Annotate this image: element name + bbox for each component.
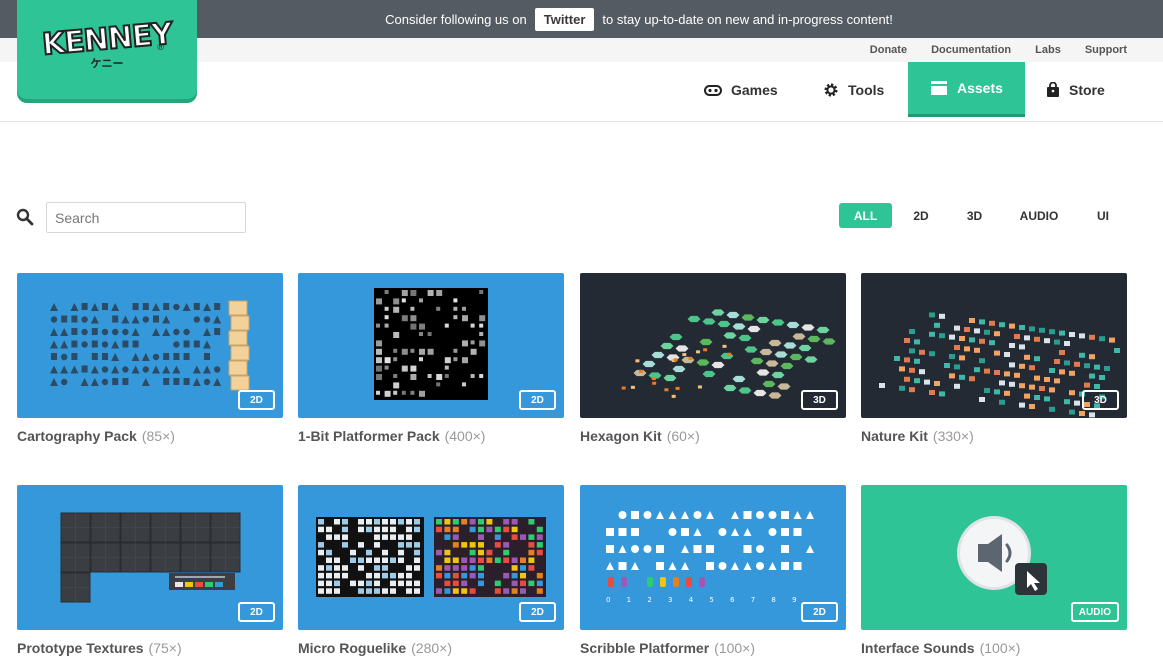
asset-title[interactable]: Interface Sounds	[861, 640, 975, 656]
announcement-text-after: to stay up-to-date on new and in-progres…	[602, 11, 893, 27]
asset-thumbnail[interactable]: 2D	[298, 485, 564, 630]
donate-link[interactable]: Donate	[870, 44, 907, 56]
asset-type-badge: 2D	[238, 390, 275, 410]
asset-title[interactable]: Micro Roguelike	[298, 640, 406, 656]
asset-card-nature-kit[interactable]: 3D Nature Kit (330×)	[861, 273, 1127, 444]
asset-type-badge: 2D	[519, 602, 556, 622]
asset-thumbnail[interactable]: 3D	[861, 273, 1127, 418]
asset-type-badge: 2D	[801, 602, 838, 622]
asset-title[interactable]: Cartography Pack	[17, 428, 137, 444]
asset-count: (280×)	[411, 640, 452, 656]
asset-title[interactable]: Prototype Textures	[17, 640, 144, 656]
asset-title[interactable]: 1-Bit Platformer Pack	[298, 428, 440, 444]
filter-all[interactable]: ALL	[839, 203, 892, 228]
asset-card-hexagon-kit[interactable]: 3D Hexagon Kit (60×)	[580, 273, 846, 444]
asset-title[interactable]: Scribble Platformer	[580, 640, 709, 656]
gamepad-icon	[704, 84, 722, 96]
folder-icon	[931, 81, 947, 95]
filter-3d[interactable]: 3D	[950, 203, 999, 228]
nav-assets-label: Assets	[957, 80, 1003, 96]
nav-store-label: Store	[1069, 81, 1105, 98]
nav-tools[interactable]: Tools	[823, 62, 884, 117]
asset-count: (75×)	[148, 640, 182, 656]
asset-thumbnail[interactable]: 0 1 2 3 4 5 6 7 8 9 2D	[580, 485, 846, 630]
asset-count: (60×)	[666, 428, 700, 444]
asset-count: (85×)	[141, 428, 175, 444]
support-link[interactable]: Support	[1085, 44, 1127, 56]
kenney-logo[interactable]: KENNEY ケニー ®	[17, 0, 197, 99]
filter-2d[interactable]: 2D	[892, 203, 950, 228]
asset-thumbnail[interactable]: 2D	[298, 273, 564, 418]
announcement-text-before: Consider following us on	[385, 11, 527, 27]
asset-type-badge: 3D	[801, 390, 838, 410]
filter-ui[interactable]: UI	[1079, 203, 1127, 228]
asset-thumbnail[interactable]: AUDIO	[861, 485, 1127, 630]
documentation-link[interactable]: Documentation	[931, 44, 1011, 56]
logo-wordmark: KENNEY	[40, 15, 175, 63]
asset-type-badge: 2D	[519, 390, 556, 410]
asset-title[interactable]: Nature Kit	[861, 428, 928, 444]
nav-games[interactable]: Games	[704, 62, 778, 117]
asset-card-1-bit-platformer-pack[interactable]: 2D 1-Bit Platformer Pack (400×)	[298, 273, 564, 444]
asset-thumbnail[interactable]: 2D	[17, 485, 283, 630]
nav-assets[interactable]: Assets	[908, 62, 1025, 117]
asset-card-interface-sounds[interactable]: AUDIO Interface Sounds (100×)	[861, 485, 1127, 656]
gear-icon	[824, 83, 838, 96]
twitter-button[interactable]: Twitter	[534, 7, 595, 31]
bag-icon	[1047, 81, 1059, 97]
nav-tools-label: Tools	[848, 81, 885, 98]
asset-card-micro-roguelike[interactable]: 2D Micro Roguelike (280×)	[298, 485, 564, 656]
search-icon[interactable]	[16, 208, 34, 226]
asset-count: (400×)	[444, 428, 486, 444]
asset-count: (100×)	[979, 640, 1021, 656]
asset-title[interactable]: Hexagon Kit	[580, 428, 662, 444]
asset-card-scribble-platformer[interactable]: 0 1 2 3 4 5 6 7 8 9 2D Scribble Platform…	[580, 485, 846, 656]
asset-thumbnail[interactable]: 3D	[580, 273, 846, 418]
search-input[interactable]	[46, 202, 246, 233]
asset-count: (330×)	[932, 428, 974, 444]
asset-count: (100×)	[714, 640, 756, 656]
scribble-digits: 0 1 2 3 4 5 6 7 8 9	[606, 596, 804, 604]
asset-card-cartography-pack[interactable]: 2D Cartography Pack (85×)	[17, 273, 283, 444]
asset-thumbnail[interactable]: 2D	[17, 273, 283, 418]
filter-audio[interactable]: AUDIO	[999, 203, 1079, 228]
labs-link[interactable]: Labs	[1035, 44, 1061, 56]
asset-type-badge: 3D	[1082, 390, 1119, 410]
category-filters: ALL 2D 3D AUDIO UI	[839, 203, 1127, 228]
asset-type-badge: 2D	[238, 602, 275, 622]
nav-store[interactable]: Store	[1046, 62, 1105, 117]
asset-type-badge: AUDIO	[1070, 602, 1119, 622]
nav-games-label: Games	[731, 81, 778, 98]
asset-card-prototype-textures[interactable]: 2D Prototype Textures (75×)	[17, 485, 283, 656]
logo-registered-mark: ®	[157, 42, 164, 52]
